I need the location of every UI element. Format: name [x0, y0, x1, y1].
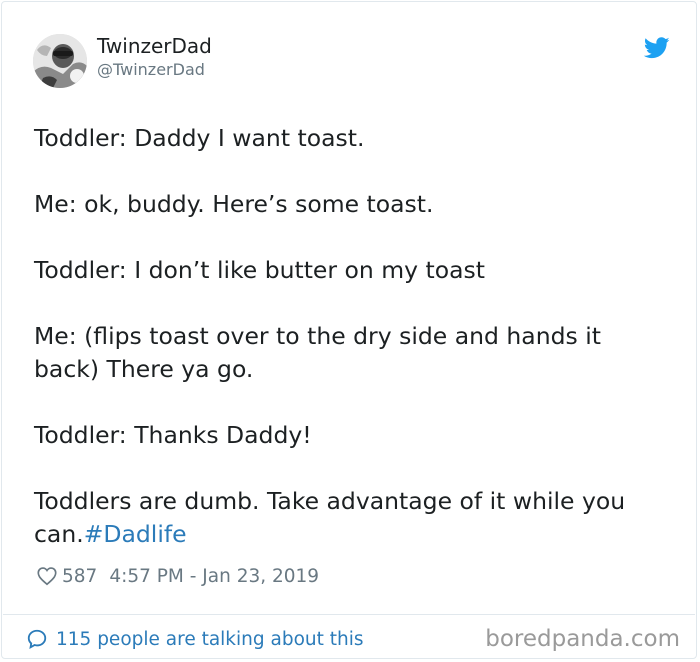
- tweet-meta: 587 4:57 PM - Jan 23, 2019: [36, 562, 319, 590]
- tweet-paragraph: Toddler: Daddy I want toast.: [34, 124, 365, 152]
- tweet-timestamp[interactable]: 4:57 PM - Jan 23, 2019: [109, 566, 319, 587]
- tweet-paragraph: Toddler: I don’t like butter on my toast: [34, 256, 485, 284]
- author-display-name[interactable]: TwinzerDad: [97, 34, 212, 58]
- footer-divider: [3, 614, 695, 615]
- tweet-card: TwinzerDad @TwinzerDad Toddler: Daddy I …: [1, 1, 697, 659]
- tweet-paragraph-last: Toddlers are dumb. Take advantage of it …: [34, 485, 654, 551]
- tweet-text: Toddler: Daddy I want toast. Me: ok, bud…: [34, 122, 654, 551]
- like-count[interactable]: 587: [62, 566, 97, 587]
- heart-icon[interactable]: [36, 565, 58, 587]
- avatar[interactable]: [33, 34, 87, 88]
- tweet-paragraph: Me: (flips toast over to the dry side an…: [34, 322, 601, 383]
- author-handle[interactable]: @TwinzerDad: [97, 60, 205, 80]
- speech-bubble-icon: [27, 629, 47, 649]
- avatar-photo: [33, 34, 87, 88]
- talking-about-link[interactable]: 115 people are talking about this: [26, 626, 364, 652]
- tweet-paragraph: Me: ok, buddy. Here’s some toast.: [34, 190, 434, 218]
- watermark: boredpanda.com: [485, 626, 680, 652]
- talking-about-label: 115 people are talking about this: [56, 628, 364, 650]
- tweet-paragraph: Toddler: Thanks Daddy!: [34, 421, 312, 449]
- twitter-bird-icon[interactable]: [644, 37, 670, 59]
- hashtag-link[interactable]: #Dadlife: [84, 520, 187, 548]
